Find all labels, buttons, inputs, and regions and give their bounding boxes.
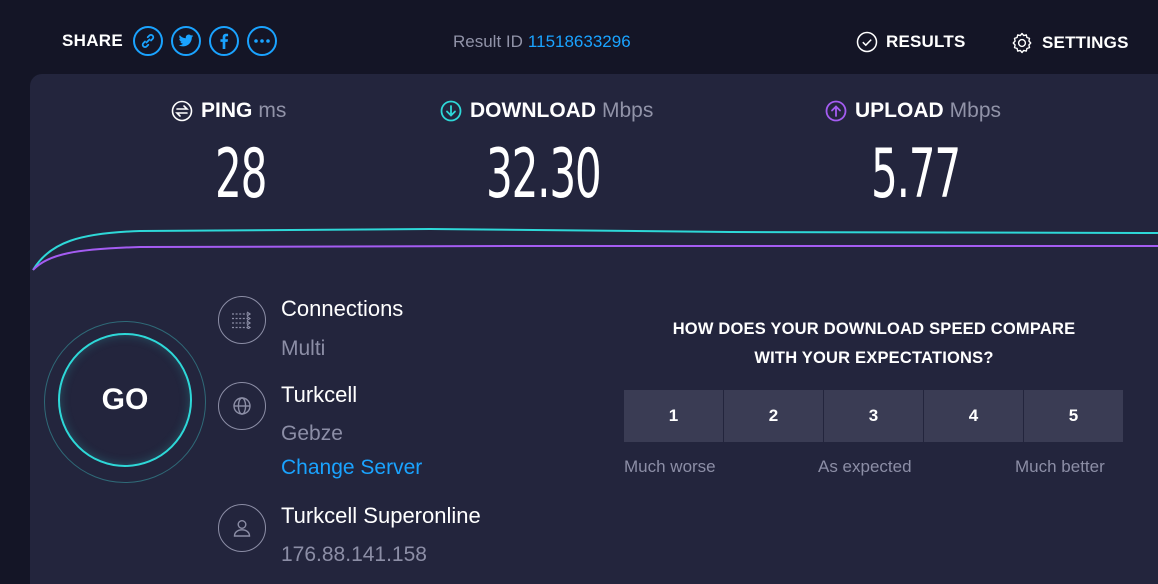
download-metric: DOWNLOAD Mbps 32.30 (440, 99, 654, 214)
result-id-value[interactable]: 11518633296 (528, 32, 631, 51)
ping-label: PING (201, 99, 253, 122)
settings-button[interactable]: SETTINGS (1010, 31, 1129, 55)
results-button[interactable]: RESULTS (856, 31, 965, 53)
provider-ip: 176.88.141.158 (281, 543, 427, 566)
change-server-link[interactable]: Change Server (281, 456, 422, 480)
gear-icon (1012, 32, 1032, 54)
rating-option-5[interactable]: 5 (1024, 390, 1123, 442)
survey-question-line2: WITH YOUR EXPECTATIONS? (754, 349, 994, 367)
server-name: Turkcell (281, 382, 358, 407)
results-label: RESULTS (886, 32, 966, 51)
upload-label: UPLOAD (855, 99, 944, 122)
rating-label-mid: As expected (818, 457, 912, 476)
upload-value: 5.77 (871, 135, 961, 214)
result-id: Result ID 11518633296 (453, 32, 631, 52)
ping-unit: ms (258, 99, 287, 122)
download-value: 32.30 (486, 135, 602, 214)
rating-scale: 1 2 3 4 5 (624, 390, 1123, 442)
ping-metric: PING ms 28 (171, 99, 287, 214)
survey-question-line1: HOW DOES YOUR DOWNLOAD SPEED COMPARE (672, 320, 1076, 338)
connections-value: Multi (281, 337, 326, 360)
share-label: SHARE (62, 31, 124, 50)
top-bar: SHARE Result ID 11518633296 RESULTS SETTI… (0, 0, 1158, 74)
ping-value: 28 (215, 135, 267, 214)
upload-metric: UPLOAD Mbps 5.77 (825, 99, 1002, 214)
check-circle-icon (856, 31, 878, 53)
upload-graph-line (32, 245, 1158, 271)
share-bar: SHARE (62, 26, 285, 56)
go-button[interactable]: GO (58, 333, 192, 467)
result-id-label: Result ID (453, 32, 523, 51)
link-icon[interactable] (133, 26, 164, 56)
facebook-icon[interactable] (209, 26, 240, 56)
twitter-icon[interactable] (171, 26, 202, 56)
user-icon (218, 504, 266, 552)
speed-graph (32, 227, 1158, 271)
rating-option-4[interactable]: 4 (924, 390, 1023, 442)
upload-icon (825, 100, 847, 122)
survey-question: HOW DOES YOUR DOWNLOAD SPEED COMPARE WIT… (618, 315, 1130, 373)
more-icon[interactable] (247, 26, 278, 56)
server-location: Gebze (281, 422, 343, 445)
download-unit: Mbps (601, 99, 654, 122)
download-label: DOWNLOAD (470, 99, 596, 122)
rating-label-high: Much better (1015, 457, 1105, 476)
download-icon (440, 100, 462, 122)
download-graph-line (32, 227, 1158, 271)
settings-label: SETTINGS (1042, 33, 1129, 52)
ping-icon (171, 100, 193, 122)
upload-unit: Mbps (949, 99, 1002, 122)
connections-title: Connections (281, 296, 404, 321)
results-panel: PING ms 28 DOWNLOAD Mbps 32.30 UPLOAD Mb… (30, 74, 1158, 584)
globe-icon (218, 382, 266, 430)
rating-option-1[interactable]: 1 (624, 390, 723, 442)
connections-icon (218, 296, 266, 344)
provider-name: Turkcell Superonline (281, 503, 481, 528)
rating-option-2[interactable]: 2 (724, 390, 823, 442)
rating-label-low: Much worse (624, 457, 716, 476)
rating-option-3[interactable]: 3 (824, 390, 923, 442)
